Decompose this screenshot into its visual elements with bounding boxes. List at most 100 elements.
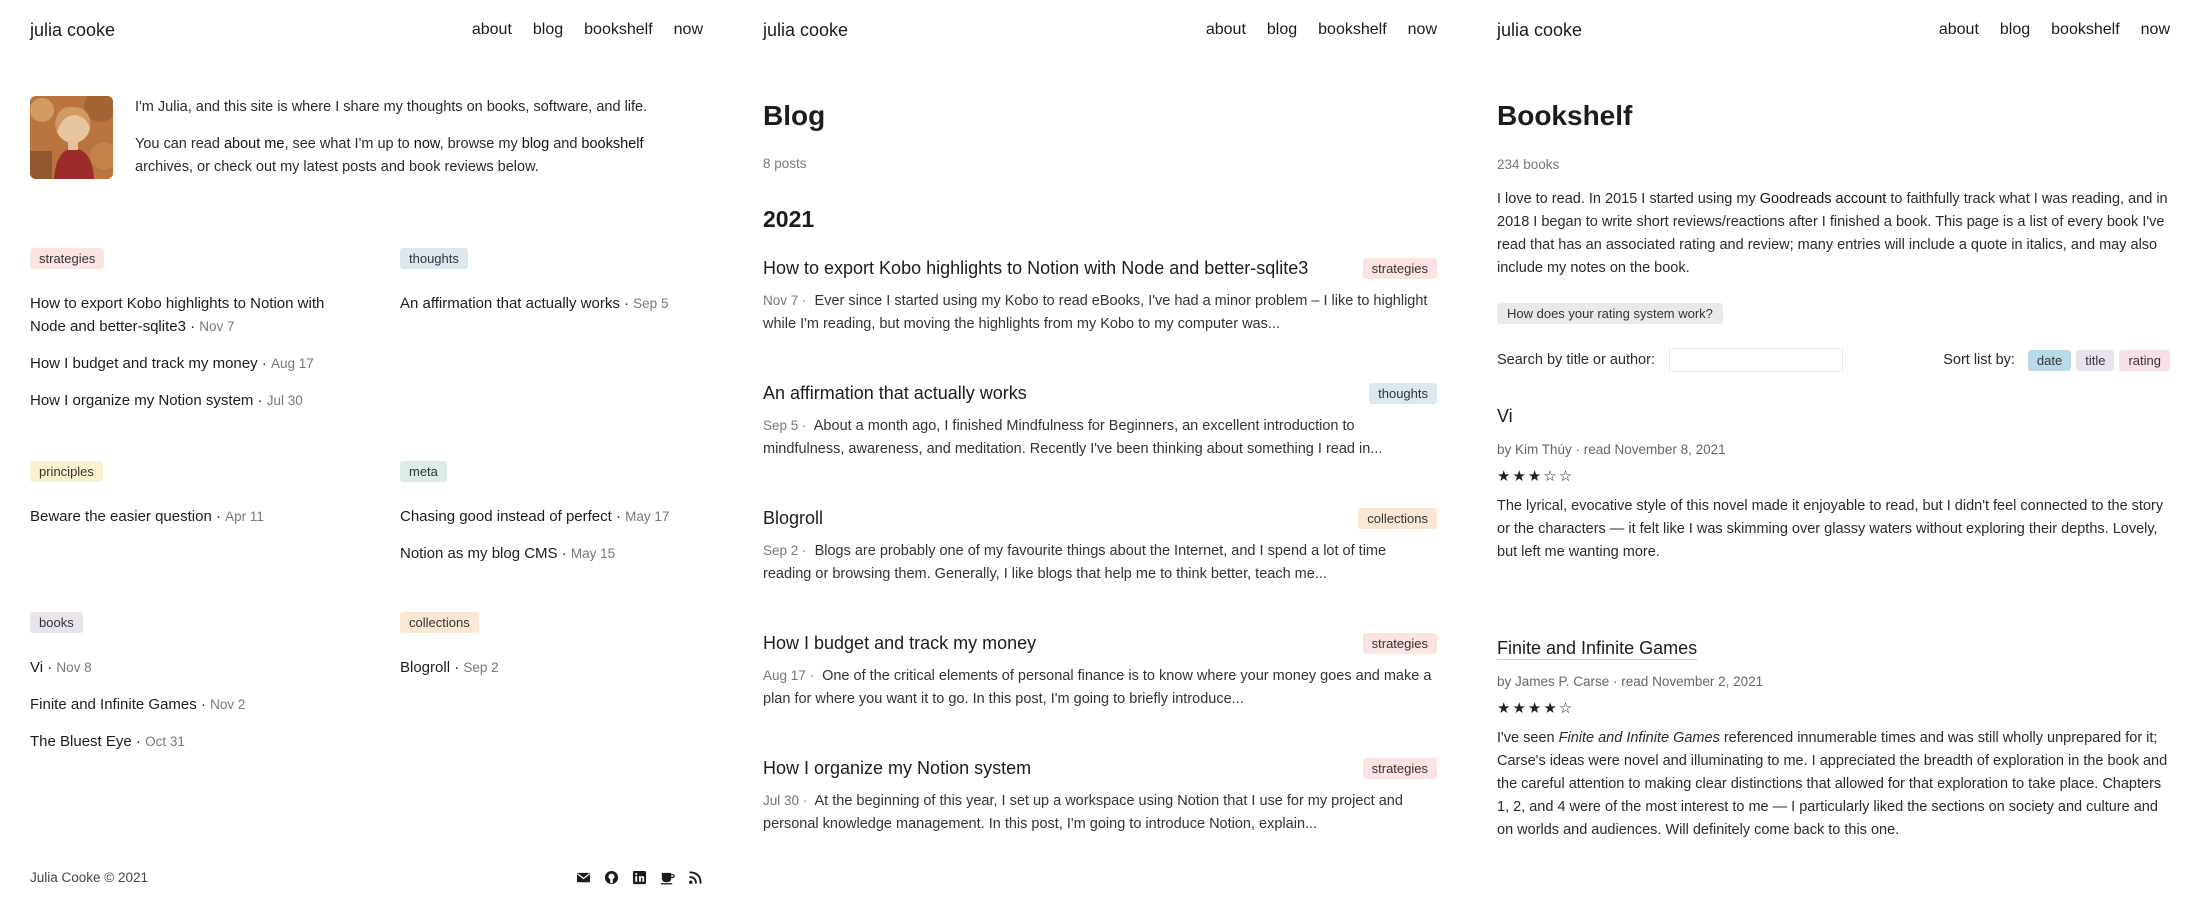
nav-now[interactable]: now [2141,21,2170,39]
list-item: How I budget and track my money · Aug 17 [30,355,314,372]
sort-date-button[interactable]: date [2027,349,2072,371]
site-header: julia cooke about blog bookshelf now [1497,18,2170,42]
main-nav: about blog bookshelf now [1939,21,2170,39]
blog-post-item: How I organize my Notion system strategie… [763,758,1437,836]
category-strategies: strategies How to export Kobo highlights… [30,248,360,426]
post-date: Jul 30 · [763,793,808,808]
post-link[interactable]: Notion as my blog CMS [400,545,558,562]
post-link[interactable]: Blogroll [400,659,450,676]
post-date: Nov 7 · [763,293,807,308]
post-link[interactable]: Finite and Infinite Games [30,696,197,713]
post-count: 8 posts [763,156,807,171]
post-excerpt-text: Blogs are probably one of my favourite t… [763,543,1387,582]
bookshelf-description: I love to read. In 2015 I started using … [1497,188,2170,280]
description-text-segment: I love to read. In 2015 I started using … [1497,191,1760,207]
list-item: How I organize my Notion system · Jul 30 [30,392,303,409]
goodreads-link[interactable]: Goodreads account [1760,191,1887,207]
copyright: Julia Cooke © 2021 [30,870,149,885]
star-rating: ★★★★☆ [1497,700,1575,717]
list-item: Beware the easier question · Apr 11 [30,508,264,525]
blog-link[interactable]: blog [522,136,549,152]
search-input[interactable] [1668,348,1843,372]
nav-about[interactable]: about [1206,21,1246,39]
book-title-text[interactable]: Finite and Infinite Games [1497,638,1698,660]
post-date: May 17 [625,509,670,524]
category-tag[interactable]: thoughts [400,248,468,269]
post-link[interactable]: How to export Kobo highlights to Notion … [30,295,324,335]
post-date: Apr 11 [225,509,264,524]
linkedin-icon[interactable] [632,870,647,885]
category-tag[interactable]: meta [400,461,447,482]
nav-now[interactable]: now [1408,21,1437,39]
post-link[interactable]: Chasing good instead of perfect [400,508,612,525]
nav-about[interactable]: about [1939,21,1979,39]
post-tag[interactable]: strategies [1362,633,1437,654]
post-date: Jul 30 [266,393,303,408]
review-text-segment: I've seen [1497,730,1559,746]
post-title-link[interactable]: Blogroll [763,508,823,529]
post-title-link[interactable]: An affirmation that actually works [763,383,1027,404]
social-icons [576,870,703,885]
post-title-link[interactable]: How to export Kobo highlights to Notion … [763,258,1308,279]
sort-rating-button[interactable]: rating [2119,349,2170,371]
search-label: Search by title or author: [1497,352,1655,368]
list-item: An affirmation that actually works · Sep… [400,295,669,312]
category-tag[interactable]: books [30,612,83,633]
post-date: Sep 5 · [763,418,807,433]
post-link[interactable]: Vi [30,659,43,676]
list-item: Notion as my blog CMS · May 15 [400,545,616,562]
site-logo[interactable]: julia cooke [763,20,848,41]
nav-blog[interactable]: blog [2000,21,2030,39]
post-tag[interactable]: strategies [1362,258,1437,279]
intro-text: I'm Julia, and this site is where I shar… [135,96,703,193]
blog-page: julia cooke about blog bookshelf now Blo… [733,0,1467,910]
site-header: julia cooke about blog bookshelf now [30,18,703,42]
book-title[interactable]: Vi [1497,406,2170,427]
category-tag[interactable]: principles [30,461,103,482]
category-meta: meta Chasing good instead of perfect · M… [400,461,730,579]
post-tag[interactable]: strategies [1362,758,1437,779]
post-link[interactable]: An affirmation that actually works [400,295,620,312]
rating-system-button[interactable]: How does your rating system work? [1497,303,1723,324]
nav-bookshelf[interactable]: bookshelf [584,21,653,39]
bookshelf-link[interactable]: bookshelf [581,136,643,152]
post-date: Sep 2 · [763,543,807,558]
nav-blog[interactable]: blog [533,21,563,39]
github-icon[interactable] [604,870,619,885]
list-item: Blogroll · Sep 2 [400,659,499,676]
post-excerpt: Jul 30 · At the beginning of this year, … [763,789,1437,836]
blog-post-item: How to export Kobo highlights to Notion … [763,258,1437,336]
post-tag[interactable]: thoughts [1369,383,1437,404]
nav-blog[interactable]: blog [1267,21,1297,39]
nav-now[interactable]: now [674,21,703,39]
nav-about[interactable]: about [472,21,512,39]
sort-title-button[interactable]: title [2076,349,2115,371]
book-title[interactable]: Finite and Infinite Games [1497,638,2170,660]
post-link[interactable]: How I budget and track my money [30,355,258,372]
post-link[interactable]: How I organize my Notion system [30,392,253,409]
list-item: Vi · Nov 8 [30,659,92,676]
book-count: 234 books [1497,157,1560,172]
site-footer: Julia Cooke © 2021 [30,870,703,885]
post-tag[interactable]: collections [1358,508,1437,529]
blog-post-item: Blogroll collections Sep 2 · Blogs are pr… [763,508,1437,586]
site-logo[interactable]: julia cooke [1497,20,1582,41]
site-logo[interactable]: julia cooke [30,20,115,41]
mail-icon[interactable] [576,870,591,885]
category-tag[interactable]: strategies [30,248,105,269]
nav-bookshelf[interactable]: bookshelf [1318,21,1387,39]
post-link[interactable]: The Bluest Eye [30,733,132,750]
post-excerpt: Aug 17 · One of the critical elements of… [763,664,1437,711]
post-date: Nov 8 [56,660,92,675]
category-tag[interactable]: collections [400,612,479,633]
book-entry: Finite and Infinite Games by James P. Ca… [1497,638,2170,842]
about-me-link[interactable]: about me [224,136,284,152]
intro: I'm Julia, and this site is where I shar… [30,96,703,193]
post-title-link[interactable]: How I budget and track my money [763,633,1036,654]
post-title-link[interactable]: How I organize my Notion system [763,758,1031,779]
post-link[interactable]: Beware the easier question [30,508,212,525]
rss-icon[interactable] [688,870,703,885]
coffee-icon[interactable] [660,870,675,885]
now-link[interactable]: now [414,136,440,152]
nav-bookshelf[interactable]: bookshelf [2051,21,2120,39]
